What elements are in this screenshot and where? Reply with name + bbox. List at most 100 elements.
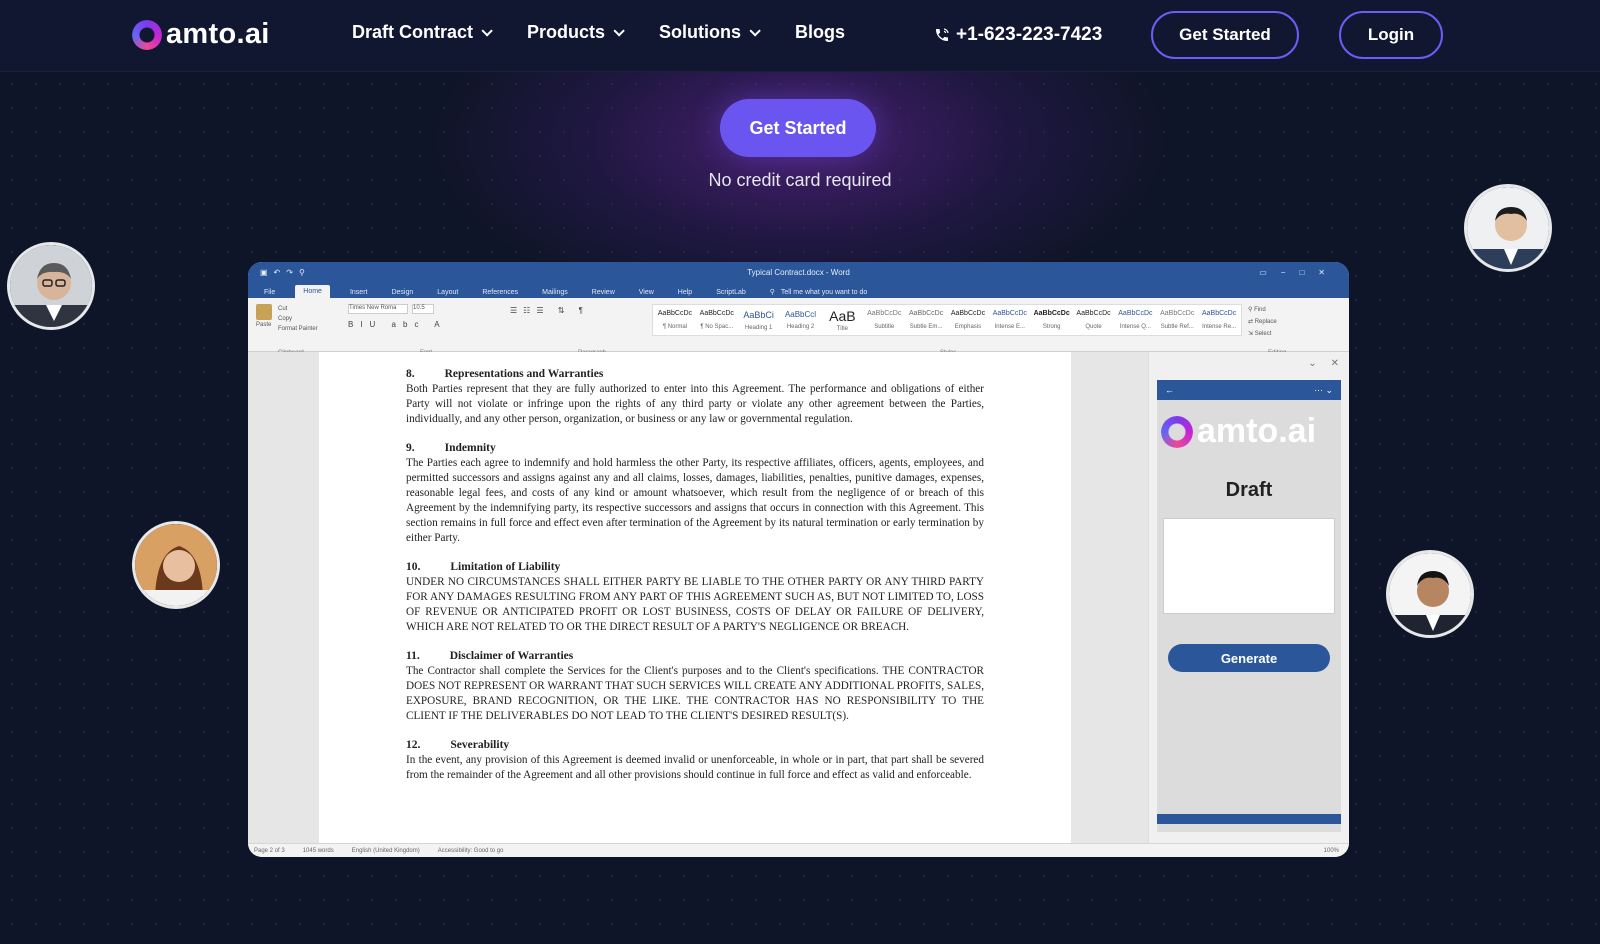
style-intense-quote[interactable]: AaBbCcDc Intense Q... — [1115, 307, 1155, 333]
chevron-down-icon — [481, 24, 493, 37]
find-button[interactable]: ⚲ Find — [1248, 304, 1277, 316]
no-credit-card-text: No credit card required — [708, 170, 892, 190]
font-format-icons[interactable]: BIU abc A — [348, 320, 447, 329]
select-button[interactable]: ⇲ Select — [1248, 328, 1277, 340]
addin-content: ← ··· ⌄ amto.ai Draft Generate — [1157, 380, 1341, 832]
select-label: Select — [1254, 331, 1272, 337]
nav-label: Draft Contract — [352, 22, 474, 42]
login-button[interactable]: Login — [1339, 11, 1443, 59]
addin-scrollbar[interactable] — [1157, 814, 1341, 824]
draft-prompt-input[interactable] — [1163, 518, 1335, 614]
logo-ring-icon — [132, 19, 162, 50]
section-text: The Contractor shall complete the Servic… — [406, 665, 984, 722]
chevron-down-icon[interactable]: ⌄ — [1308, 358, 1316, 369]
style-subtitle[interactable]: AaBbCcDc Subtitle — [864, 307, 904, 333]
replace-button[interactable]: ⇄ Replace — [1248, 316, 1277, 328]
word-status-bar: Page 2 of 3 1045 words English (United K… — [248, 843, 1349, 857]
section-heading: 11. Disclaimer of Warranties — [406, 650, 574, 662]
zoom-level[interactable]: 100% — [1324, 848, 1339, 854]
tab-review[interactable]: Review — [588, 287, 619, 298]
phone-number: +1-623-223-7423 — [956, 24, 1103, 45]
section-heading: 9. Indemnity — [406, 442, 496, 454]
word-count: 1045 words — [302, 847, 334, 854]
language[interactable]: English (United Kingdom) — [352, 848, 420, 854]
phone-icon — [936, 28, 949, 41]
font-name-select[interactable]: Times New Roma — [348, 304, 408, 314]
style-title[interactable]: AaB Title — [822, 307, 862, 333]
style-intense-reference[interactable]: AaBbCcDc Intense Re... — [1199, 307, 1239, 333]
style-subtle-emphasis[interactable]: AaBbCcDc Subtle Em... — [906, 307, 946, 333]
style-subtle-reference[interactable]: AaBbCcDc Subtle Ref... — [1157, 307, 1197, 333]
tab-help[interactable]: Help — [674, 287, 696, 298]
top-navbar: amto.ai Draft Contract Products Solution… — [0, 0, 1600, 72]
section-12: 12. Severability In the event, any provis… — [406, 738, 984, 783]
section-10: 10. Limitation of Liability UNDER NO CIRC… — [406, 560, 984, 635]
back-arrow-icon[interactable]: ← — [1165, 385, 1174, 395]
style-intense-emphasis[interactable]: AaBbCcDc Intense E... — [990, 307, 1030, 333]
nav-draft-contract[interactable]: Draft Contract — [352, 22, 493, 43]
style-no-spacing[interactable]: AaBbCcDc ¶ No Spac... — [697, 307, 737, 333]
nav-products[interactable]: Products — [527, 22, 625, 43]
styles-gallery: AaBbCcDc ¶ Normal AaBbCcDc ¶ No Spac... Aa… — [652, 304, 1242, 336]
section-text: In the event, any provision of this Agre… — [406, 754, 984, 781]
avatar-man-glasses — [7, 242, 95, 330]
format-painter-button[interactable]: Format Painter — [278, 324, 318, 334]
paste-icon[interactable] — [256, 304, 272, 320]
generate-button[interactable]: Generate — [1168, 644, 1330, 672]
nav-get-started-button[interactable]: Get Started — [1151, 11, 1299, 59]
document-area: 8. Representations and Warranties Both Pa… — [248, 352, 1349, 843]
tab-scriptlab[interactable]: ScriptLab — [712, 287, 750, 298]
clipboard-group: Cut Copy Format Painter Paste — [256, 304, 340, 332]
style-normal[interactable]: AaBbCcDc ¶ Normal — [655, 307, 695, 333]
more-options-icon[interactable]: ··· ⌄ — [1314, 385, 1333, 396]
page-count: Page 2 of 3 — [254, 847, 285, 854]
tab-design[interactable]: Design — [387, 287, 417, 298]
tab-file[interactable]: File — [260, 287, 279, 298]
style-emphasis[interactable]: AaBbCcDc Emphasis — [948, 307, 988, 333]
word-ribbon: Cut Copy Format Painter Paste Times New … — [248, 298, 1349, 356]
tab-view[interactable]: View — [635, 287, 658, 298]
document-page[interactable]: 8. Representations and Warranties Both Pa… — [319, 352, 1071, 843]
section-heading: 8. Representations and Warranties — [406, 368, 604, 380]
paragraph-icons[interactable]: ☰☷☰ ⇅ ¶ — [510, 306, 589, 315]
hero-get-started-button[interactable]: Get Started — [720, 99, 876, 157]
chevron-down-icon — [613, 24, 625, 37]
style-strong[interactable]: AaBbCcDc Strong — [1032, 307, 1072, 333]
section-11: 11. Disclaimer of Warranties The Contract… — [406, 649, 984, 724]
addin-logo-text: amto.ai — [1197, 412, 1317, 450]
logo-ring-icon — [1161, 415, 1193, 448]
phone-link[interactable]: +1-623-223-7423 — [934, 24, 1102, 46]
section-9: 9. Indemnity The Parties each agree to in… — [406, 441, 984, 546]
site-logo[interactable]: amto.ai — [132, 18, 270, 51]
section-8: 8. Representations and Warranties Both Pa… — [406, 367, 984, 427]
section-text: Both Parties represent that they are ful… — [406, 383, 984, 425]
tab-layout[interactable]: Layout — [433, 287, 462, 298]
logo-text: amto.ai — [166, 18, 270, 50]
copy-button[interactable]: Copy — [278, 314, 318, 324]
window-controls-icon[interactable]: ▭−□✕ — [1259, 268, 1339, 277]
section-heading: 10. Limitation of Liability — [406, 561, 561, 573]
addin-logo: amto.ai — [1161, 412, 1341, 451]
tab-references[interactable]: References — [478, 287, 522, 298]
style-heading-1[interactable]: AaBbCi Heading 1 — [739, 307, 779, 333]
nav-solutions[interactable]: Solutions — [659, 22, 761, 43]
font-size-select[interactable]: 10.5 — [412, 304, 434, 314]
close-icon[interactable]: ✕ — [1331, 358, 1339, 369]
tab-insert[interactable]: Insert — [346, 287, 372, 298]
accessibility-status[interactable]: Accessibility: Good to go — [438, 848, 504, 854]
tab-home[interactable]: Home — [295, 285, 330, 298]
tell-me-text: Tell me what you want to do — [780, 289, 868, 296]
tab-mailings[interactable]: Mailings — [538, 287, 572, 298]
word-ribbon-tabs: File Home Insert Design Layout Reference… — [248, 282, 1349, 298]
style-quote[interactable]: AaBbCcDc Quote — [1074, 307, 1114, 333]
font-group: Times New Roma 10.5 — [348, 304, 434, 314]
nav-blogs[interactable]: Blogs — [795, 22, 845, 43]
section-text: The Parties each agree to indemnify and … — [406, 457, 984, 544]
tell-me-box[interactable]: ⚲ Tell me what you want to do — [766, 286, 875, 298]
replace-label: Replace — [1254, 319, 1277, 325]
amto-addin-pane: ⌄ ✕ ← ··· ⌄ amto.ai Draft Generate — [1148, 352, 1349, 843]
cut-button[interactable]: Cut — [278, 304, 318, 314]
style-heading-2[interactable]: AaBbCcl Heading 2 — [781, 307, 821, 333]
find-label: Find — [1254, 307, 1266, 313]
clipboard-commands: Cut Copy Format Painter — [278, 304, 318, 334]
